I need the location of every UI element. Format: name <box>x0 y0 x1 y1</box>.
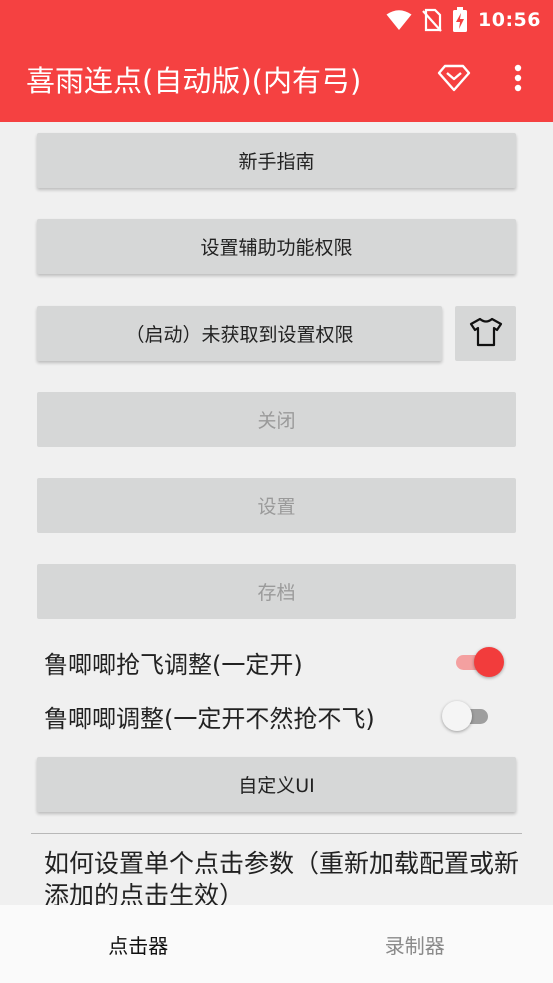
help-text: 如何设置单个点击参数（重新加载配置或新添加的点击生效） <box>44 849 520 905</box>
switch-thumb <box>442 701 472 731</box>
close-button[interactable]: 关闭 <box>37 392 516 447</box>
tab-recorder[interactable]: 录制器 <box>277 905 553 983</box>
custom-ui-button[interactable]: 自定义UI <box>37 757 516 812</box>
more-options-button[interactable] <box>496 56 540 104</box>
switch-row-rush-adjust[interactable]: 鲁唧唧抢飞调整(一定开) <box>44 640 514 684</box>
adjust-switch[interactable] <box>442 701 492 731</box>
settings-button[interactable]: 设置 <box>37 478 516 533</box>
divider <box>31 833 522 834</box>
tab-clicker[interactable]: 点击器 <box>0 905 277 983</box>
skin-button[interactable] <box>455 306 516 361</box>
no-sim-icon <box>422 8 442 32</box>
wifi-icon <box>386 9 412 31</box>
battery-charging-icon <box>452 7 468 33</box>
app-title: 喜雨连点(自动版)(内有弓) <box>26 64 362 98</box>
switch-thumb <box>474 647 504 677</box>
bottom-navigation: 点击器 录制器 <box>0 905 553 983</box>
main-content[interactable]: 新手指南 设置辅助功能权限 （启动）未获取到设置权限 关闭 设置 存档 鲁唧唧抢… <box>0 122 553 905</box>
status-bar: 10:56 <box>386 6 541 34</box>
rush-adjust-switch[interactable] <box>456 647 504 677</box>
switch-label-adjust: 鲁唧唧调整(一定开不然抢不飞) <box>44 704 375 733</box>
vip-diamond-button[interactable] <box>432 56 476 104</box>
top-bar: 10:56 喜雨连点(自动版)(内有弓) <box>0 0 553 122</box>
switch-label-rush-adjust: 鲁唧唧抢飞调整(一定开) <box>44 650 303 679</box>
diamond-vip-icon <box>437 63 471 97</box>
tshirt-icon <box>469 317 503 351</box>
accessibility-permission-button[interactable]: 设置辅助功能权限 <box>37 219 516 274</box>
guide-button[interactable]: 新手指南 <box>37 133 516 188</box>
start-button[interactable]: （启动）未获取到设置权限 <box>37 306 442 361</box>
app-screen: 10:56 喜雨连点(自动版)(内有弓) 新手指南 设置辅助功能权限 （启动）未… <box>0 0 553 983</box>
more-vert-icon <box>514 64 522 96</box>
status-time: 10:56 <box>478 9 541 31</box>
archive-button[interactable]: 存档 <box>37 564 516 619</box>
